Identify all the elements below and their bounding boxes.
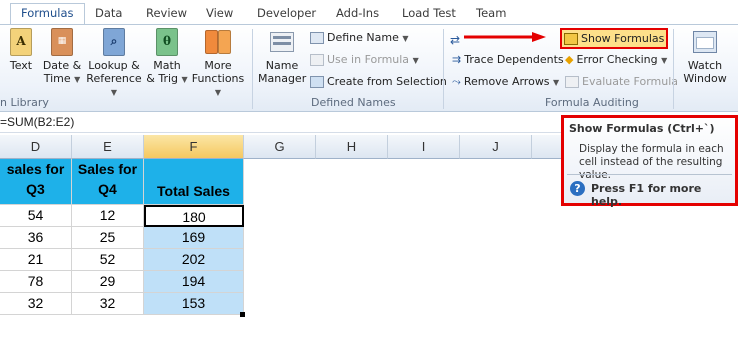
trace-dependents-button[interactable]: ⇉ Trace Dependents (452, 51, 564, 69)
name-manager-icon (268, 28, 296, 56)
tab-add-ins[interactable]: Add-Ins (336, 4, 379, 24)
tooltip-body: Display the formula in each cell instead… (579, 143, 724, 181)
tab-view[interactable]: View (206, 4, 233, 24)
tab-team[interactable]: Team (476, 4, 506, 24)
table-cell-d[interactable]: 54 (0, 205, 72, 227)
text-functions-button[interactable]: A Text (8, 28, 34, 72)
table-cell-e[interactable]: 25 (72, 227, 144, 249)
column-header-k[interactable] (532, 135, 562, 159)
calendar-book-icon: ▦ (51, 28, 73, 56)
magnifier-book-icon: ⌕ (103, 28, 125, 56)
ribbon: A Text ▦ Date & Time ▼ ⌕ Lookup & Refere… (0, 24, 738, 112)
table-cell-f[interactable]: 169 (144, 227, 244, 249)
error-checking-icon: ◆ (565, 53, 574, 66)
table-cell-d[interactable]: 32 (0, 293, 72, 315)
fill-handle[interactable] (240, 312, 245, 317)
formula-bar-text: =SUM(B2:E2) (0, 115, 75, 129)
header-cell-e[interactable]: Sales for Q4 (72, 159, 144, 205)
text-book-icon: A (10, 28, 32, 56)
create-from-selection-icon (310, 76, 324, 88)
show-formulas-tooltip: Show Formulas (Ctrl+`) Display the formu… (561, 115, 738, 208)
evaluate-formula-button[interactable]: Evaluate Formula (565, 73, 678, 91)
group-separator (252, 29, 253, 109)
table-cell-d[interactable]: 21 (0, 249, 72, 271)
define-name-icon (310, 32, 324, 44)
trace-dependents-icon: ⇉ (452, 53, 462, 66)
error-checking-button[interactable]: ◆ Error Checking ▼ (565, 51, 667, 69)
remove-arrows-icon: ⤳ (452, 75, 461, 88)
create-from-selection-button[interactable]: Create from Selection (310, 73, 447, 91)
define-name-button[interactable]: Define Name ▼ (310, 29, 409, 47)
red-arrow-annotation (462, 32, 547, 42)
table-cell-e[interactable]: 52 (72, 249, 144, 271)
header-cell-d[interactable]: sales for Q3 (0, 159, 72, 205)
tab-formulas[interactable]: Formulas (10, 3, 85, 25)
column-header-e[interactable]: E (72, 135, 144, 159)
date-time-button[interactable]: ▦ Date & Time ▼ (42, 28, 82, 86)
defined-names-group-label: Defined Names (311, 96, 396, 109)
table-cell-f[interactable]: 153 (144, 293, 244, 315)
column-header-h[interactable]: H (316, 135, 388, 159)
watch-window-icon (691, 28, 719, 56)
theta-book-icon: θ (156, 28, 178, 56)
group-separator (443, 29, 444, 109)
function-library-group-label: n Library (0, 96, 49, 109)
tab-review[interactable]: Review (146, 4, 187, 24)
column-header-f[interactable]: F (144, 135, 244, 159)
table-cell-f[interactable]: 194 (144, 271, 244, 293)
formula-auditing-group-label: Formula Auditing (545, 96, 639, 109)
table-cell-e[interactable]: 32 (72, 293, 144, 315)
show-formulas-button[interactable]: Show Formulas (560, 28, 669, 49)
table-cell-d[interactable]: 78 (0, 271, 72, 293)
table-cell-d[interactable]: 36 (0, 227, 72, 249)
name-manager-button[interactable]: Name Manager (258, 28, 306, 85)
use-in-formula-icon (310, 54, 324, 66)
tab-load-test[interactable]: Load Test (402, 4, 456, 24)
tab-data[interactable]: Data (95, 4, 122, 24)
table-cell-f[interactable]: 202 (144, 249, 244, 271)
tooltip-divider (567, 174, 732, 175)
ribbon-tab-bar: Formulas Data Review View Developer Add-… (0, 0, 738, 25)
remove-arrows-button[interactable]: ⤳ Remove Arrows ▼ (452, 73, 559, 91)
column-header-j[interactable]: J (460, 135, 532, 159)
column-header-g[interactable]: G (244, 135, 316, 159)
tooltip-help-text: Press F1 for more help. (591, 182, 702, 208)
header-cell-f[interactable]: Total Sales (144, 159, 244, 205)
math-trig-button[interactable]: θ Math & Trig ▼ (146, 28, 188, 86)
more-functions-button[interactable]: More Functions ▼ (190, 28, 246, 99)
active-cell-f[interactable]: 180 (144, 205, 244, 227)
tab-developer[interactable]: Developer (257, 4, 316, 24)
tooltip-title: Show Formulas (Ctrl+`) (569, 122, 715, 135)
help-icon: ? (570, 181, 585, 196)
column-header-i[interactable]: I (388, 135, 460, 159)
column-header-d[interactable]: D (0, 135, 72, 159)
trace-precedents-icon[interactable]: ⇄ (450, 33, 460, 47)
table-cell-e[interactable]: 12 (72, 205, 144, 227)
watch-window-button[interactable]: Watch Window (680, 28, 730, 85)
more-functions-books-icon (203, 28, 233, 56)
show-formulas-icon (564, 33, 578, 45)
group-separator (673, 29, 674, 109)
evaluate-formula-icon (565, 76, 579, 88)
table-cell-e[interactable]: 29 (72, 271, 144, 293)
use-in-formula-button[interactable]: Use in Formula ▼ (310, 51, 419, 69)
lookup-reference-button[interactable]: ⌕ Lookup & Reference ▼ (86, 28, 142, 99)
